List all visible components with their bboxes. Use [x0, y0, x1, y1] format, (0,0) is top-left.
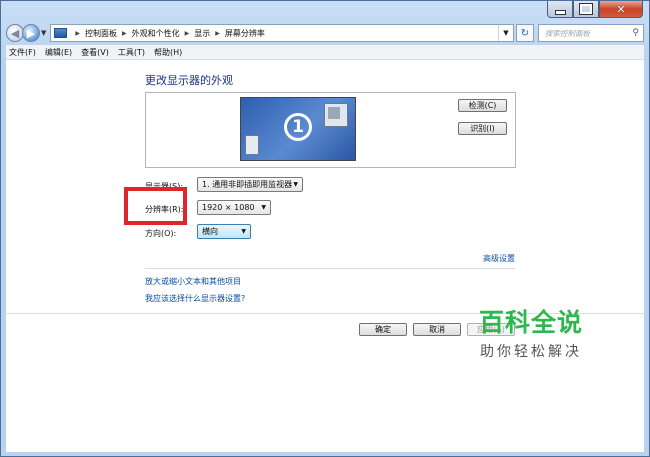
minimize-button[interactable]: [547, 1, 573, 18]
breadcrumb-screen-resolution[interactable]: 屏幕分辨率: [225, 28, 265, 39]
address-end: ▼: [498, 25, 513, 41]
address-dropdown-icon[interactable]: ▼: [498, 25, 513, 41]
identify-button[interactable]: 识别(I): [458, 122, 507, 135]
divider: [145, 268, 515, 269]
display-preview: 1 检测(C) 识别(I): [145, 92, 516, 168]
forward-button[interactable]: ▶: [22, 24, 40, 42]
close-button[interactable]: ✕: [599, 1, 643, 18]
menu-bar: 文件(F) 编辑(E) 查看(V) 工具(T) 帮助(H): [6, 45, 644, 60]
menu-view[interactable]: 查看(V): [81, 47, 109, 58]
menu-edit[interactable]: 编辑(E): [45, 47, 72, 58]
navigation-row: ◀ ▶ ▼ ▶ 控制面板 ▶ 外观和个性化 ▶ 显示 ▶ 屏幕分辨率 ▼ ↻ 搜…: [6, 22, 644, 44]
chevron-down-icon: ▼: [261, 204, 266, 211]
window-thumbnail-icon: [324, 103, 348, 127]
menu-file[interactable]: 文件(F): [9, 47, 36, 58]
recent-pages-dropdown-icon[interactable]: ▼: [41, 29, 46, 37]
address-bar[interactable]: ▶ 控制面板 ▶ 外观和个性化 ▶ 显示 ▶ 屏幕分辨率 ▼: [50, 24, 514, 42]
watermark-subtitle: 助你轻松解决: [480, 344, 582, 360]
page-title: 更改显示器的外观: [145, 74, 233, 87]
cancel-button[interactable]: 取消: [413, 323, 461, 336]
watermark: 百科全说 助你轻松解决: [479, 309, 583, 361]
back-arrow-icon: ◀: [10, 26, 20, 40]
chevron-down-icon: ▼: [241, 228, 246, 235]
maximize-icon: [579, 3, 593, 15]
breadcrumb-chevron-icon[interactable]: ▶: [185, 30, 190, 37]
monitor-1-thumbnail[interactable]: 1: [240, 97, 356, 161]
resolution-select-value: 1920 × 1080: [202, 203, 255, 212]
breadcrumb-appearance[interactable]: 外观和个性化: [132, 28, 180, 39]
display-select[interactable]: 1. 通用非即插即用监视器 ▼: [197, 177, 303, 192]
ok-button[interactable]: 确定: [359, 323, 407, 336]
breadcrumb: ▶ 控制面板 ▶ 外观和个性化 ▶ 显示 ▶ 屏幕分辨率: [70, 28, 265, 39]
breadcrumb-chevron-icon[interactable]: ▶: [122, 30, 127, 37]
orientation-label: 方向(O):: [145, 229, 177, 238]
search-icon[interactable]: ⚲: [632, 28, 639, 38]
resolution-label: 分辨率(R):: [145, 205, 184, 214]
document-thumbnail-icon: [245, 135, 259, 155]
content-pane: 更改显示器的外观 1 检测(C) 识别(I) 显示器(S): 1. 通用非即插即…: [6, 60, 646, 452]
breadcrumb-display[interactable]: 显示: [194, 28, 210, 39]
advanced-settings-link[interactable]: 高级设置: [483, 253, 515, 264]
caption-buttons: ✕: [547, 1, 643, 19]
forward-arrow-icon: ▶: [26, 26, 36, 40]
breadcrumb-control-panel[interactable]: 控制面板: [85, 28, 117, 39]
search-placeholder: 搜索控制面板: [545, 28, 590, 38]
monitor-number-badge: 1: [284, 113, 312, 141]
close-icon: ✕: [616, 2, 626, 16]
display-select-value: 1. 通用非即插即用监视器: [202, 180, 293, 189]
orientation-select-value: 横向: [202, 227, 218, 236]
screen-resolution-window: ✕ ◀ ▶ ▼ ▶ 控制面板 ▶ 外观和个性化 ▶ 显示 ▶ 屏幕分辨率 ▼ ↻…: [0, 0, 650, 457]
menu-tools[interactable]: 工具(T): [118, 47, 145, 58]
text-size-link[interactable]: 放大或缩小文本和其他项目: [145, 276, 241, 287]
search-input[interactable]: 搜索控制面板 ⚲: [538, 24, 644, 42]
breadcrumb-chevron-icon[interactable]: ▶: [215, 30, 220, 37]
display-settings-help-link[interactable]: 我应该选择什么显示器设置?: [145, 293, 245, 304]
chevron-down-icon: ▼: [293, 181, 298, 188]
minimize-icon: [554, 9, 566, 15]
control-panel-icon: [54, 28, 68, 38]
resolution-select[interactable]: 1920 × 1080 ▼: [197, 200, 271, 215]
maximize-button[interactable]: [573, 1, 599, 18]
watermark-title: 百科全说: [479, 308, 584, 337]
menu-help[interactable]: 帮助(H): [154, 47, 182, 58]
orientation-select[interactable]: 横向 ▼: [197, 224, 251, 239]
refresh-icon: ↻: [520, 27, 530, 39]
refresh-button[interactable]: ↻: [516, 24, 534, 42]
breadcrumb-chevron-icon[interactable]: ▶: [75, 30, 80, 37]
detect-button[interactable]: 检测(C): [458, 99, 507, 112]
